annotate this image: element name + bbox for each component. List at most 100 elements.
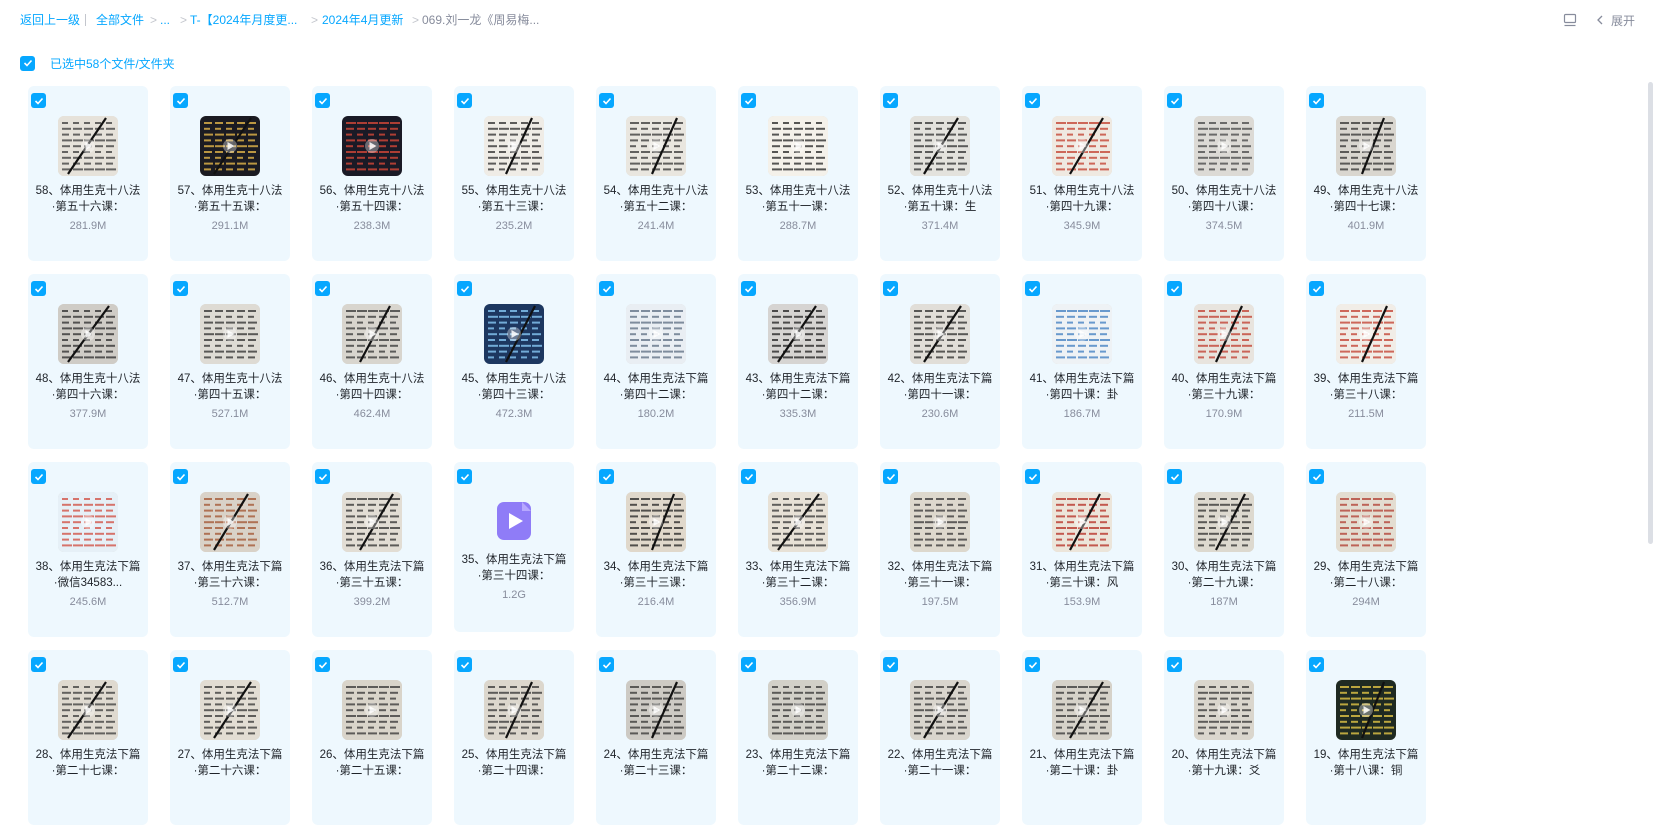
file-thumbnail[interactable] [484, 680, 544, 740]
file-card[interactable]: 20、体用生克法下篇·第十九课：爻 [1164, 650, 1284, 825]
file-name[interactable]: 36、体用生克法下篇·第三十五课： [318, 559, 426, 591]
file-card[interactable]: 28、体用生克法下篇·第二十七课： [28, 650, 148, 825]
file-name[interactable]: 52、体用生克十八法·第五十课：生 [886, 183, 994, 215]
file-name[interactable]: 53、体用生克十八法·第五十一课： [744, 183, 852, 215]
file-name[interactable]: 25、体用生克法下篇·第二十四课： [460, 747, 568, 779]
file-checkbox[interactable] [457, 93, 472, 108]
file-thumbnail[interactable] [910, 680, 970, 740]
file-thumbnail[interactable] [1194, 492, 1254, 552]
file-thumbnail[interactable] [626, 680, 686, 740]
file-checkbox[interactable] [173, 657, 188, 672]
file-checkbox[interactable] [1025, 657, 1040, 672]
file-name[interactable]: 35、体用生克法下篇·第三十四课： [460, 552, 568, 584]
file-checkbox[interactable] [1309, 93, 1324, 108]
file-card[interactable]: 44、体用生克法下篇·第四十二课： 180.2M [596, 274, 716, 449]
file-checkbox[interactable] [1025, 93, 1040, 108]
file-card[interactable]: 33、体用生克法下篇·第三十二课： 356.9M [738, 462, 858, 637]
file-card[interactable]: 57、体用生克十八法·第五十五课： 291.1M [170, 86, 290, 261]
file-thumbnail[interactable] [1052, 304, 1112, 364]
file-checkbox[interactable] [173, 281, 188, 296]
file-name[interactable]: 20、体用生克法下篇·第十九课：爻 [1170, 747, 1278, 779]
breadcrumb-ellipsis[interactable]: ... [160, 13, 170, 27]
layout-icon[interactable] [1563, 13, 1577, 27]
file-checkbox[interactable] [1167, 657, 1182, 672]
file-card[interactable]: 27、体用生克法下篇·第二十六课： [170, 650, 290, 825]
file-name[interactable]: 42、体用生克法下篇·第四十一课： [886, 371, 994, 403]
file-checkbox[interactable] [741, 469, 756, 484]
file-name[interactable]: 31、体用生克法下篇·第三十课：风 [1028, 559, 1136, 591]
select-all-checkbox[interactable] [20, 55, 35, 71]
file-checkbox[interactable] [599, 657, 614, 672]
file-card[interactable]: 31、体用生克法下篇·第三十课：风 153.9M [1022, 462, 1142, 637]
file-card[interactable]: 36、体用生克法下篇·第三十五课： 399.2M [312, 462, 432, 637]
file-thumbnail[interactable] [58, 680, 118, 740]
file-name[interactable]: 45、体用生克十八法·第四十三课： [460, 371, 568, 403]
file-thumbnail[interactable] [342, 492, 402, 552]
file-card[interactable]: 50、体用生克十八法·第四十八课： 374.5M [1164, 86, 1284, 261]
file-thumbnail[interactable] [58, 304, 118, 364]
file-thumbnail[interactable] [342, 116, 402, 176]
file-name[interactable]: 41、体用生克法下篇·第四十课：卦 [1028, 371, 1136, 403]
file-card[interactable]: 40、体用生克法下篇·第三十九课： 170.9M [1164, 274, 1284, 449]
file-thumbnail[interactable] [1336, 680, 1396, 740]
file-card[interactable]: 42、体用生克法下篇·第四十一课： 230.6M [880, 274, 1000, 449]
file-thumbnail[interactable] [1336, 116, 1396, 176]
file-thumbnail[interactable] [200, 680, 260, 740]
file-thumbnail[interactable] [1194, 680, 1254, 740]
file-checkbox[interactable] [599, 469, 614, 484]
file-name[interactable]: 47、体用生克十八法·第四十五课： [176, 371, 284, 403]
file-checkbox[interactable] [1025, 281, 1040, 296]
file-card[interactable]: 49、体用生克十八法·第四十七课： 401.9M [1306, 86, 1426, 261]
file-card[interactable]: 54、体用生克十八法·第五十二课： 241.4M [596, 86, 716, 261]
file-checkbox[interactable] [599, 281, 614, 296]
file-checkbox[interactable] [173, 469, 188, 484]
file-checkbox[interactable] [315, 657, 330, 672]
file-name[interactable]: 50、体用生克十八法·第四十八课： [1170, 183, 1278, 215]
file-thumbnail[interactable] [58, 492, 118, 552]
file-name[interactable]: 55、体用生克十八法·第五十三课： [460, 183, 568, 215]
file-checkbox[interactable] [31, 469, 46, 484]
file-checkbox[interactable] [31, 93, 46, 108]
file-name[interactable]: 38、体用生克法下篇·微信34583... [34, 559, 142, 591]
file-checkbox[interactable] [457, 657, 472, 672]
file-thumbnail[interactable] [768, 116, 828, 176]
file-thumbnail[interactable] [1194, 116, 1254, 176]
file-card[interactable]: 21、体用生克法下篇·第二十课：卦 [1022, 650, 1142, 825]
file-name[interactable]: 21、体用生克法下篇·第二十课：卦 [1028, 747, 1136, 779]
file-name[interactable]: 37、体用生克法下篇·第三十六课： [176, 559, 284, 591]
file-thumbnail[interactable] [910, 492, 970, 552]
file-checkbox[interactable] [457, 469, 472, 484]
file-card[interactable]: 56、体用生克十八法·第五十四课： 238.3M [312, 86, 432, 261]
file-thumbnail[interactable] [768, 304, 828, 364]
file-name[interactable]: 39、体用生克法下篇·第三十八课： [1312, 371, 1420, 403]
file-card[interactable]: 52、体用生克十八法·第五十课：生 371.4M [880, 86, 1000, 261]
file-checkbox[interactable] [1167, 469, 1182, 484]
expand-button[interactable]: 展开 [1611, 12, 1635, 29]
file-thumbnail[interactable] [1052, 492, 1112, 552]
file-name[interactable]: 22、体用生克法下篇·第二十一课： [886, 747, 994, 779]
file-card[interactable]: 32、体用生克法下篇·第三十一课： 197.5M [880, 462, 1000, 637]
file-card[interactable]: 19、体用生克法下篇·第十八课：铜 [1306, 650, 1426, 825]
file-thumbnail[interactable] [626, 492, 686, 552]
file-card[interactable]: 26、体用生克法下篇·第二十五课： [312, 650, 432, 825]
breadcrumb-folder-1[interactable]: T-【2024年月度更... [190, 13, 297, 27]
file-checkbox[interactable] [315, 281, 330, 296]
file-checkbox[interactable] [1167, 281, 1182, 296]
file-name[interactable]: 30、体用生克法下篇·第二十九课： [1170, 559, 1278, 591]
file-name[interactable]: 19、体用生克法下篇·第十八课：铜 [1312, 747, 1420, 779]
file-checkbox[interactable] [883, 657, 898, 672]
file-card[interactable]: 25、体用生克法下篇·第二十四课： [454, 650, 574, 825]
breadcrumb-folder-2[interactable]: 2024年4月更新 [322, 13, 403, 27]
file-thumbnail[interactable] [910, 116, 970, 176]
file-name[interactable]: 58、体用生克十八法·第五十六课： [34, 183, 142, 215]
file-card[interactable]: 43、体用生克法下篇·第四十二课： 335.3M [738, 274, 858, 449]
file-thumbnail[interactable] [1052, 680, 1112, 740]
file-name[interactable]: 56、体用生克十八法·第五十四课： [318, 183, 426, 215]
file-name[interactable]: 57、体用生克十八法·第五十五课： [176, 183, 284, 215]
file-card[interactable]: 48、体用生克十八法·第四十六课： 377.9M [28, 274, 148, 449]
file-checkbox[interactable] [883, 469, 898, 484]
file-card[interactable]: 41、体用生克法下篇·第四十课：卦 186.7M [1022, 274, 1142, 449]
file-checkbox[interactable] [457, 281, 472, 296]
file-thumbnail[interactable] [342, 680, 402, 740]
file-card[interactable]: 30、体用生克法下篇·第二十九课： 187M [1164, 462, 1284, 637]
